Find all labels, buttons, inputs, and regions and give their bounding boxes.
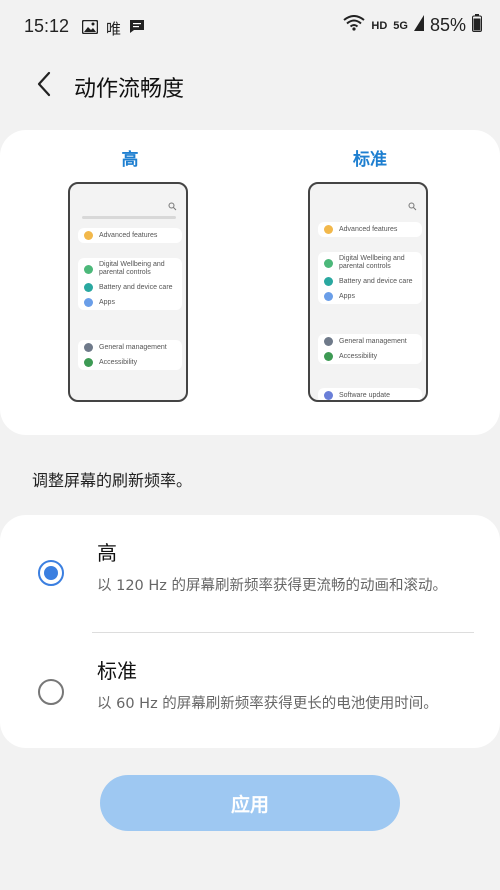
option-description: 以 60 Hz 的屏幕刷新频率获得更长的电池使用时间。: [97, 696, 438, 712]
phone-item: General management: [78, 340, 182, 355]
status-carrier: 唯: [106, 20, 122, 38]
option-title: 高: [97, 541, 117, 565]
divider: [92, 632, 474, 633]
phone-group: Digital Wellbeing and parental controls …: [318, 252, 422, 304]
phone-group: Digital Wellbeing and parental controls …: [78, 258, 182, 310]
phone-item: Apps: [78, 295, 182, 310]
signal-icon: [413, 15, 424, 36]
advanced-features-icon: [84, 231, 93, 240]
status-system-icons: HD 5G 85%: [343, 14, 482, 37]
options-card: 高 以 120 Hz 的屏幕刷新频率获得更流畅的动画和滚动。 标准 以 60 H…: [0, 515, 500, 748]
phone-item: Apps: [318, 289, 422, 304]
phone-header-line: [82, 216, 176, 219]
phone-item: Advanced features: [78, 228, 182, 243]
software-update-icon: [324, 391, 333, 400]
phone-item: Battery and device care: [78, 280, 182, 295]
preview-card: 高 Advanced features Digital Wellbeing an…: [0, 130, 500, 435]
preview-label-standard: 标准: [353, 150, 387, 170]
phone-mockup-standard: Advanced features Digital Wellbeing and …: [308, 182, 428, 402]
phone-group: Software update: [318, 388, 422, 400]
preview-high: 高 Advanced features Digital Wellbeing an…: [68, 146, 192, 402]
status-hd: HD: [371, 19, 388, 32]
battery-level: 85%: [429, 15, 466, 35]
status-notification-icons: 唯: [81, 18, 145, 39]
preview-standard: 标准 Advanced features Digital Wellbeing a…: [308, 146, 432, 402]
wellbeing-icon: [84, 264, 93, 274]
status-time: 15:12: [24, 16, 70, 36]
gallery-icon: [81, 19, 99, 38]
chevron-left-icon: [36, 71, 52, 101]
radio-button-selected[interactable]: [38, 560, 64, 586]
battery-care-icon: [324, 277, 333, 286]
search-icon: [168, 196, 177, 211]
option-title: 标准: [97, 659, 137, 683]
phone-item: General management: [318, 334, 422, 349]
status-network: 5G: [393, 19, 408, 32]
phone-item: Accessibility: [318, 349, 422, 364]
option-high[interactable]: 高 以 120 Hz 的屏幕刷新频率获得更流畅的动画和滚动。: [0, 535, 500, 630]
battery-icon: [472, 14, 482, 37]
wellbeing-icon: [324, 258, 333, 268]
accessibility-icon: [84, 358, 93, 367]
phone-item: Accessibility: [78, 355, 182, 370]
accessibility-icon: [324, 352, 333, 361]
app-header: 动作流畅度: [0, 56, 500, 116]
apps-icon: [324, 292, 333, 301]
apply-button[interactable]: 应用: [100, 775, 400, 831]
phone-group: General management Accessibility: [78, 340, 182, 370]
wifi-icon: [343, 15, 366, 36]
back-button[interactable]: [24, 66, 64, 106]
refresh-rate-description: 调整屏幕的刷新频率。: [32, 471, 193, 490]
status-bar: 15:12 唯 HD 5G 85%: [0, 0, 500, 56]
general-management-icon: [324, 337, 333, 346]
preview-label-high: 高: [121, 150, 139, 170]
page-title: 动作流畅度: [74, 77, 185, 102]
phone-group: General management Accessibility: [318, 334, 422, 364]
advanced-features-icon: [324, 225, 333, 234]
phone-mockup-high: Advanced features Digital Wellbeing and …: [68, 182, 188, 402]
phone-group: Advanced features: [318, 222, 422, 237]
apps-icon: [84, 298, 93, 307]
option-description: 以 120 Hz 的屏幕刷新频率获得更流畅的动画和滚动。: [97, 578, 448, 594]
search-icon: [408, 196, 417, 211]
option-standard[interactable]: 标准 以 60 Hz 的屏幕刷新频率获得更长的电池使用时间。: [0, 649, 500, 744]
phone-item: Digital Wellbeing and parental controls: [318, 252, 422, 274]
phone-item: Advanced features: [318, 222, 422, 237]
phone-item: Digital Wellbeing and parental controls: [78, 258, 182, 280]
radio-button-unselected[interactable]: [38, 679, 64, 705]
phone-item: Battery and device care: [318, 274, 422, 289]
phone-item: Software update: [318, 388, 422, 400]
message-icon: [129, 19, 145, 38]
general-management-icon: [84, 343, 93, 352]
battery-care-icon: [84, 283, 93, 292]
phone-group: Advanced features: [78, 228, 182, 243]
